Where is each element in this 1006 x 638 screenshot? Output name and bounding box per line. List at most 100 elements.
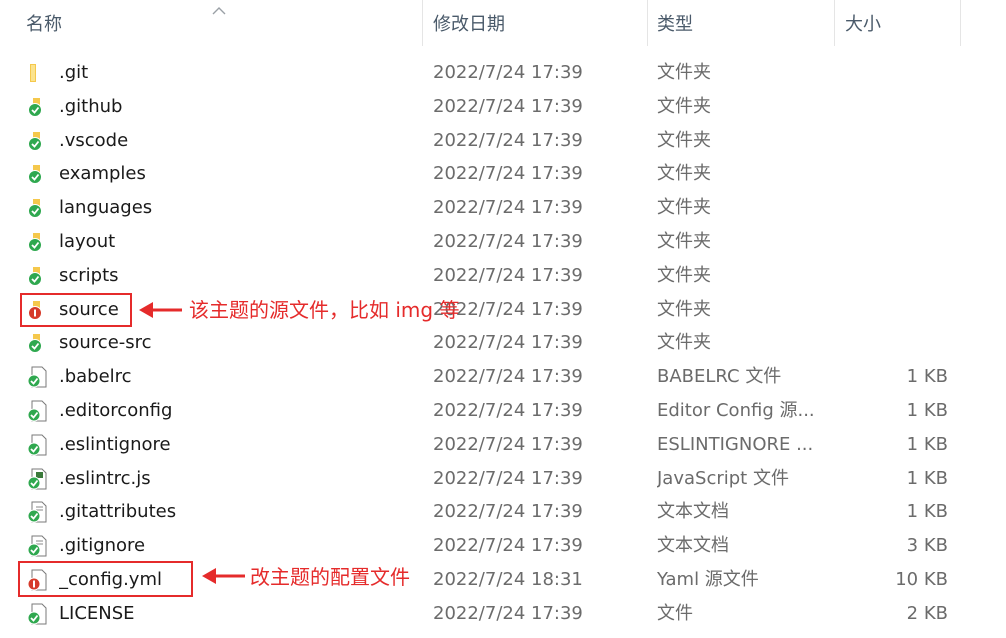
folder-git-green-icon	[26, 124, 50, 158]
file-type: 文件夹	[657, 197, 711, 219]
file-name: .github	[59, 95, 123, 117]
folder-git-green-icon	[26, 191, 50, 225]
file-size	[858, 225, 948, 259]
column-divider[interactable]	[647, 0, 648, 46]
file-row[interactable]: languages 2022/7/24 17:39 文件夹	[0, 191, 1006, 225]
file-text-git-green-icon	[26, 495, 50, 529]
file-row[interactable]: .github 2022/7/24 17:39 文件夹	[0, 90, 1006, 124]
file-modified-date: 2022/7/24 17:39	[433, 163, 583, 185]
file-row[interactable]: _config.yml 2022/7/24 18:31 Yaml 源文件 10 KB	[0, 563, 1006, 597]
file-explorer: 名称 修改日期 类型 大小 .git 2022/7/24 17:39 文件夹 .git…	[0, 0, 1006, 638]
file-type: 文本文档	[657, 501, 729, 523]
file-name: .gitattributes	[59, 501, 177, 523]
file-modified-date: 2022/7/24 17:39	[433, 129, 583, 151]
file-type: 文件夹	[657, 62, 711, 83]
file-modified-date: 2022/7/24 17:39	[433, 467, 583, 489]
file-modified-date: 2022/7/24 17:39	[433, 433, 583, 455]
folder-git-red-icon	[26, 293, 50, 327]
file-git-green-icon	[26, 394, 50, 428]
file-type: 文件夹	[657, 332, 711, 354]
file-row[interactable]: .git 2022/7/24 17:39 文件夹	[0, 56, 1006, 90]
column-date-header[interactable]: 修改日期	[433, 0, 647, 46]
file-git-green-icon	[26, 428, 50, 462]
file-name: scripts	[59, 264, 119, 286]
file-name: languages	[59, 197, 153, 219]
folder-git-green-icon	[26, 225, 50, 259]
file-name: .eslintrc.js	[59, 467, 151, 489]
file-size	[858, 191, 948, 225]
file-type: 文件夹	[657, 230, 711, 252]
file-modified-date: 2022/7/24 17:39	[433, 332, 583, 354]
folder-icon	[26, 56, 50, 90]
file-row[interactable]: .babelrc 2022/7/24 17:39 BABELRC 文件 1 KB	[0, 360, 1006, 394]
file-type: 文本文档	[657, 535, 729, 557]
file-size: 1 KB	[906, 366, 948, 388]
file-type: ESLINTIGNORE ...	[657, 433, 814, 455]
file-text-git-green-icon	[26, 529, 50, 563]
file-modified-date: 2022/7/24 17:39	[433, 501, 583, 523]
file-git-green-icon	[26, 597, 50, 631]
file-size: 3 KB	[906, 535, 948, 557]
file-name: _config.yml	[59, 568, 162, 590]
arrow-left-icon	[202, 568, 245, 584]
file-type: 文件夹	[657, 163, 711, 185]
file-name: source-src	[59, 332, 152, 354]
column-size-header[interactable]: 大小	[845, 0, 959, 46]
file-modified-date: 2022/7/24 17:39	[433, 95, 583, 117]
file-type: 文件夹	[657, 298, 711, 320]
file-js-git-green-icon	[26, 462, 50, 496]
file-modified-date: 2022/7/24 17:39	[433, 264, 583, 286]
folder-git-green-icon	[26, 259, 50, 293]
file-size: 1 KB	[906, 501, 948, 523]
file-list: .git 2022/7/24 17:39 文件夹 .github 2022/7/24 1…	[0, 56, 1006, 631]
annotation-source-note: 该主题的源文件，比如 img 等	[189, 298, 460, 322]
annotation-config-note: 改主题的配置文件	[250, 565, 410, 589]
column-type-header[interactable]: 类型	[657, 0, 833, 46]
file-modified-date: 2022/7/24 17:39	[433, 230, 583, 252]
file-size: 1 KB	[906, 399, 948, 421]
file-row[interactable]: source-src 2022/7/24 17:39 文件夹	[0, 326, 1006, 360]
arrow-left-icon	[139, 302, 182, 318]
file-size: 1 KB	[906, 467, 948, 489]
column-name-header[interactable]: 名称	[26, 0, 422, 46]
file-name: source	[59, 298, 119, 320]
file-size	[858, 157, 948, 191]
file-row[interactable]: LICENSE 2022/7/24 17:39 文件 2 KB	[0, 597, 1006, 631]
file-row[interactable]: layout 2022/7/24 17:39 文件夹	[0, 225, 1006, 259]
file-modified-date: 2022/7/24 17:39	[433, 399, 583, 421]
file-row[interactable]: .eslintrc.js 2022/7/24 17:39 JavaScript 文件…	[0, 462, 1006, 496]
file-type: 文件	[657, 602, 693, 624]
file-row[interactable]: .gitignore 2022/7/24 17:39 文本文档 3 KB	[0, 529, 1006, 563]
file-size	[858, 124, 948, 158]
file-row[interactable]: scripts 2022/7/24 17:39 文件夹	[0, 259, 1006, 293]
file-size	[858, 259, 948, 293]
column-divider[interactable]	[960, 0, 961, 46]
file-modified-date: 2022/7/24 17:39	[433, 62, 583, 83]
file-size: 10 KB	[895, 568, 948, 590]
file-row[interactable]: examples 2022/7/24 17:39 文件夹	[0, 157, 1006, 191]
file-git-red-icon	[26, 563, 50, 597]
file-name: layout	[59, 230, 116, 252]
folder-git-green-icon	[26, 326, 50, 360]
file-modified-date: 2022/7/24 17:39	[433, 602, 583, 624]
file-name: .gitignore	[59, 535, 146, 557]
file-row[interactable]: .vscode 2022/7/24 17:39 文件夹	[0, 124, 1006, 158]
file-modified-date: 2022/7/24 17:39	[433, 366, 583, 388]
folder-git-green-icon	[26, 157, 50, 191]
file-row[interactable]: .eslintignore 2022/7/24 17:39 ESLINTIGNORE…	[0, 428, 1006, 462]
file-size: 2 KB	[906, 602, 948, 624]
column-divider[interactable]	[834, 0, 835, 46]
file-size: 1 KB	[906, 433, 948, 455]
file-row[interactable]: .gitattributes 2022/7/24 17:39 文本文档 1 KB	[0, 495, 1006, 529]
file-name: LICENSE	[59, 602, 135, 624]
file-type: Editor Config 源...	[657, 399, 815, 421]
file-size	[858, 326, 948, 360]
file-type: 文件夹	[657, 95, 711, 117]
file-modified-date: 2022/7/24 17:39	[433, 535, 583, 557]
column-divider[interactable]	[422, 0, 423, 46]
file-type: 文件夹	[657, 264, 711, 286]
file-size	[858, 56, 948, 90]
file-name: .vscode	[59, 129, 129, 151]
file-row[interactable]: .editorconfig 2022/7/24 17:39 Editor Confi…	[0, 394, 1006, 428]
file-type: BABELRC 文件	[657, 366, 782, 388]
